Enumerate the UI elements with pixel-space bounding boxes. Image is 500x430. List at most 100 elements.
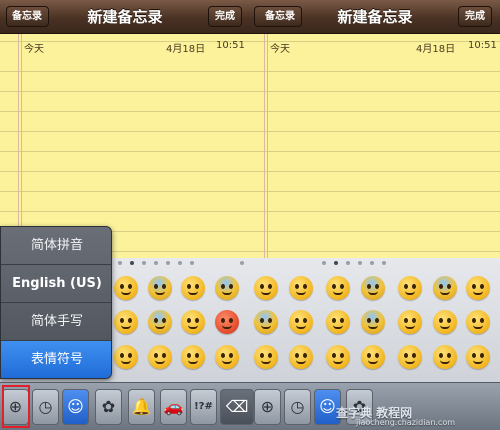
emoji-eye bbox=[268, 284, 272, 289]
emoji-key[interactable] bbox=[254, 276, 278, 300]
input-language-menu: 简体拼音 English (US) 简体手写 表情符号 bbox=[0, 226, 112, 379]
emoji-key[interactable] bbox=[254, 345, 278, 369]
emoji-eye bbox=[367, 318, 371, 323]
emoji-mouth bbox=[222, 291, 232, 295]
date-time: 10:51 bbox=[216, 40, 245, 51]
emoji-eye bbox=[221, 353, 225, 358]
emoji-mouth bbox=[155, 360, 165, 364]
clock-icon[interactable]: ◷ bbox=[32, 389, 59, 425]
emoji-key[interactable] bbox=[326, 276, 350, 300]
emoji-key[interactable] bbox=[215, 345, 239, 369]
emoji-eye bbox=[229, 353, 233, 358]
done-button[interactable]: 完成 bbox=[208, 6, 242, 27]
emoji-mouth bbox=[188, 291, 198, 295]
emoji-key[interactable] bbox=[114, 310, 138, 334]
clock-icon[interactable]: ◷ bbox=[284, 389, 311, 425]
emoji-mouth bbox=[440, 325, 450, 329]
emoji-key[interactable] bbox=[326, 345, 350, 369]
navigation-bar: 备忘录 新建备忘录 完成 bbox=[0, 0, 250, 34]
emoji-eye bbox=[367, 284, 371, 289]
note-paper[interactable]: 今天 4月18日 10:51 bbox=[250, 34, 500, 264]
emoji-key[interactable] bbox=[398, 345, 422, 369]
emoji-mouth bbox=[121, 291, 131, 295]
emoji-key[interactable] bbox=[181, 276, 205, 300]
emoji-eye bbox=[375, 284, 379, 289]
emoji-key[interactable] bbox=[215, 276, 239, 300]
page-dot bbox=[358, 261, 362, 265]
emoji-eye bbox=[447, 353, 451, 358]
emoji-eye bbox=[340, 318, 344, 323]
emoji-key[interactable] bbox=[181, 345, 205, 369]
date-day: 4月18日 bbox=[166, 44, 206, 55]
emoji-eye bbox=[412, 284, 416, 289]
emoji-key[interactable] bbox=[433, 276, 457, 300]
emoji-eye bbox=[154, 318, 158, 323]
emoji-eye bbox=[128, 284, 132, 289]
emoji-eye bbox=[404, 353, 408, 358]
emoji-key[interactable] bbox=[361, 310, 385, 334]
emoji-key[interactable] bbox=[254, 310, 278, 334]
emoji-key[interactable] bbox=[466, 310, 490, 334]
emoji-mouth bbox=[333, 360, 343, 364]
emoji-mouth bbox=[188, 360, 198, 364]
date-label: 今天 bbox=[24, 44, 44, 55]
done-button[interactable]: 完成 bbox=[458, 6, 492, 27]
bell-icon[interactable]: 🔔 bbox=[128, 389, 155, 425]
menu-item-english-us[interactable]: English (US) bbox=[1, 265, 111, 303]
globe-icon[interactable]: ⊕ bbox=[254, 389, 281, 425]
menu-item-simplified-handwriting[interactable]: 简体手写 bbox=[1, 303, 111, 341]
emoji-key[interactable] bbox=[433, 345, 457, 369]
emoji-key[interactable] bbox=[114, 345, 138, 369]
emoji-eye bbox=[332, 318, 336, 323]
emoji-mouth bbox=[261, 360, 271, 364]
emoji-eye bbox=[439, 353, 443, 358]
smiley-icon[interactable]: ☺ bbox=[62, 389, 89, 425]
emoji-eye bbox=[221, 284, 225, 289]
emoji-mouth bbox=[473, 291, 483, 295]
delete-icon[interactable]: ⌫ bbox=[220, 389, 254, 425]
emoji-mouth bbox=[440, 291, 450, 295]
emoji-key[interactable] bbox=[398, 276, 422, 300]
emoji-eye bbox=[260, 353, 264, 358]
emoji-key[interactable] bbox=[466, 276, 490, 300]
emoji-key[interactable] bbox=[433, 310, 457, 334]
emoji-eye bbox=[195, 284, 199, 289]
emoji-key[interactable] bbox=[148, 276, 172, 300]
emoji-key[interactable] bbox=[181, 310, 205, 334]
emoji-eye bbox=[375, 318, 379, 323]
emoji-mouth bbox=[296, 325, 306, 329]
emoji-eye bbox=[195, 353, 199, 358]
flower-icon[interactable]: ✿ bbox=[95, 389, 122, 425]
symbols-icon[interactable]: !?# bbox=[190, 389, 217, 425]
menu-item-simplified-pinyin[interactable]: 简体拼音 bbox=[1, 227, 111, 265]
emoji-eye bbox=[154, 284, 158, 289]
emoji-key[interactable] bbox=[148, 345, 172, 369]
emoji-eye bbox=[154, 353, 158, 358]
emoji-eye bbox=[120, 284, 124, 289]
emoji-mouth bbox=[405, 360, 415, 364]
emoji-eye bbox=[229, 284, 233, 289]
emoji-mouth bbox=[473, 325, 483, 329]
emoji-key[interactable] bbox=[289, 276, 313, 300]
emoji-key[interactable] bbox=[114, 276, 138, 300]
globe-key-highlight bbox=[2, 385, 30, 428]
menu-item-emoji[interactable]: 表情符号 bbox=[1, 341, 111, 378]
emoji-key[interactable] bbox=[398, 310, 422, 334]
emoji-mouth bbox=[368, 291, 378, 295]
date-label: 今天 bbox=[270, 44, 290, 55]
emoji-key[interactable] bbox=[466, 345, 490, 369]
emoji-key[interactable] bbox=[289, 345, 313, 369]
emoji-key[interactable] bbox=[361, 345, 385, 369]
emoji-key[interactable] bbox=[215, 310, 239, 334]
emoji-eye bbox=[120, 353, 124, 358]
emoji-key[interactable] bbox=[148, 310, 172, 334]
emoji-eye bbox=[480, 318, 484, 323]
emoji-key[interactable] bbox=[361, 276, 385, 300]
emoji-key[interactable] bbox=[326, 310, 350, 334]
page-dot bbox=[190, 261, 194, 265]
emoji-eye bbox=[472, 353, 476, 358]
emoji-eye bbox=[404, 318, 408, 323]
car-icon[interactable]: 🚗 bbox=[160, 389, 187, 425]
emoji-key[interactable] bbox=[289, 310, 313, 334]
emoji-mouth bbox=[296, 291, 306, 295]
